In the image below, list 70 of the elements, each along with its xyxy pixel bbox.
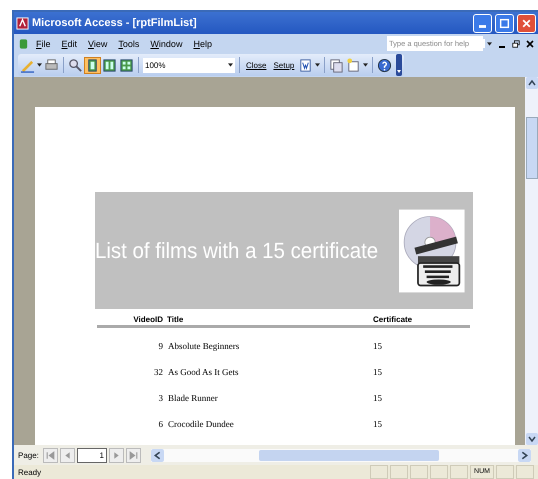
table-cell-text: Crocodile Dundee	[167, 419, 235, 429]
menu-item[interactable]: View	[88, 38, 108, 48]
table-cell-text: 15	[373, 419, 383, 429]
caret-icon[interactable]	[363, 63, 368, 67]
close-icon	[521, 18, 532, 28]
scroll-thumb[interactable]	[526, 117, 538, 179]
scroll-right-icon[interactable]	[518, 448, 531, 462]
page-number-field[interactable]: 1	[76, 448, 107, 462]
menu-item[interactable]: Window	[150, 38, 182, 48]
status-text: Ready	[18, 468, 42, 476]
menu-item[interactable]: Edit	[62, 38, 78, 48]
one-page-icon[interactable]	[85, 58, 100, 72]
table-cell-text: As Good As It Gets	[167, 367, 240, 377]
scroll-left-icon[interactable]	[150, 448, 164, 462]
scroll-thumb[interactable]	[258, 450, 439, 460]
status-panel	[516, 465, 534, 479]
minimize-button[interactable]	[473, 14, 492, 32]
column-header: Title	[166, 314, 184, 324]
caret-icon[interactable]	[37, 63, 42, 67]
magnifier-icon[interactable]	[68, 58, 83, 72]
table-cell-text: 15	[373, 341, 383, 351]
maximize-button[interactable]	[495, 14, 514, 32]
printer-icon[interactable]	[44, 58, 59, 72]
horizontal-scrollbar[interactable]	[150, 448, 531, 462]
zoom-dropdown[interactable]: 100%	[143, 58, 235, 72]
caret-icon[interactable]	[315, 63, 320, 67]
windows-icon[interactable]	[329, 58, 344, 72]
maximize-icon	[499, 18, 510, 28]
table-cell-text: 15	[373, 393, 383, 403]
status-panel	[496, 465, 514, 479]
first-page-icon	[44, 450, 56, 460]
menu-item[interactable]: Help	[193, 38, 212, 48]
multiple-pages-icon[interactable]	[119, 58, 134, 72]
caret-icon[interactable]	[487, 42, 492, 46]
close-button[interactable]	[517, 14, 536, 32]
scroll-down-icon[interactable]	[526, 433, 538, 445]
table-cell-text: 3	[158, 393, 163, 403]
caret-icon	[228, 63, 233, 67]
status-panel	[430, 465, 448, 479]
status-panel	[370, 465, 388, 479]
status-panel	[450, 465, 468, 479]
close-preview-button[interactable]: Close	[244, 60, 268, 70]
app-icon	[16, 16, 29, 30]
new-object-icon[interactable]	[346, 58, 362, 72]
menu-item[interactable]: Tools	[118, 38, 140, 48]
table-cell-text: 32	[153, 367, 163, 377]
column-header: VideoID	[132, 314, 163, 324]
window-title: Microsoft Access - [rptFilmList]	[32, 17, 197, 29]
table-cell-text: Blade Runner	[167, 393, 219, 403]
last-page-icon	[128, 450, 139, 460]
menu-item[interactable]: File	[36, 38, 51, 48]
toolbar-options-icon[interactable]	[396, 54, 402, 76]
restore-icon[interactable]	[512, 40, 520, 48]
table-cell-text: 9	[158, 341, 163, 351]
close-icon[interactable]	[526, 40, 534, 48]
scroll-up-icon[interactable]	[526, 77, 538, 89]
table-cell-text: Absolute Beginners	[167, 341, 240, 351]
setup-button[interactable]: Setup	[271, 60, 296, 70]
minimize-icon	[479, 24, 486, 28]
column-header: Certificate	[373, 314, 414, 324]
status-panel	[390, 465, 408, 479]
table-cell-text: 15	[373, 367, 383, 377]
report-title: List of films with a 15 certificate	[95, 238, 378, 264]
help-icon[interactable]	[377, 58, 392, 72]
two-pages-icon[interactable]	[102, 58, 117, 72]
word-document-icon[interactable]	[298, 58, 314, 72]
page-label: Page:	[18, 450, 39, 460]
status-panel	[410, 465, 428, 479]
vertical-scrollbar[interactable]	[525, 77, 538, 445]
table-cell-text: 6	[158, 419, 163, 429]
